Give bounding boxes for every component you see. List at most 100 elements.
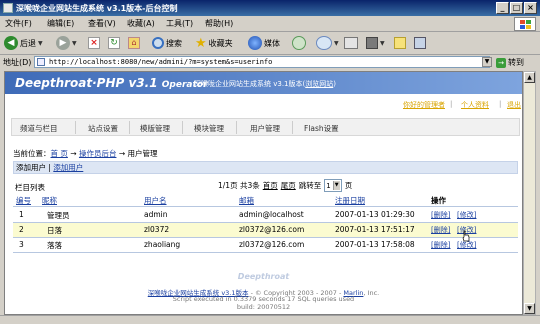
window-title: 深喉咙企业网站生成系统 v3.1版本-后台控制 <box>16 4 178 13</box>
go-button[interactable]: → 转到 <box>496 56 536 69</box>
breadcrumb-home[interactable]: 首 页 <box>51 149 68 158</box>
delete-button[interactable]: [删除] <box>431 240 450 250</box>
col-nickname[interactable]: 昵称 <box>42 195 57 206</box>
profile-link[interactable]: 个人资料 <box>461 100 489 110</box>
go-arrow-icon: → <box>496 57 506 68</box>
back-button[interactable]: ◀ 后退 ▼ <box>4 35 43 51</box>
media-button[interactable]: 媒体 <box>248 35 280 51</box>
forward-dropdown-icon[interactable]: ▼ <box>72 40 77 47</box>
address-bar: 地址(D) http://localhost:8080/new/admini/?… <box>0 55 540 70</box>
messenger-button[interactable] <box>414 35 426 51</box>
breadcrumb-backend[interactable]: 操作员后台 <box>79 149 117 158</box>
table-divider <box>13 206 518 207</box>
edit-dropdown-icon[interactable]: ▼ <box>380 40 385 47</box>
scroll-up-icon[interactable]: ▲ <box>524 72 535 83</box>
table-row: 2 日落 zl0372 zl0372@126.com 2007-01-13 17… <box>13 223 518 237</box>
tab-templates[interactable]: 模版管理 <box>140 123 170 134</box>
hand-cursor-icon <box>462 230 470 242</box>
menu-file[interactable]: 文件(F) <box>5 18 32 29</box>
menu-view[interactable]: 查看(V) <box>88 18 116 29</box>
address-dropdown-icon[interactable]: ▼ <box>482 57 492 67</box>
go-label: 转到 <box>508 58 524 67</box>
menu-favorites[interactable]: 收藏(A) <box>127 18 155 29</box>
col-username[interactable]: 用户名 <box>144 195 167 206</box>
delete-button[interactable]: [删除] <box>431 225 450 235</box>
back-label: 后退 <box>20 38 36 48</box>
col-regdate[interactable]: 注册日期 <box>335 195 365 206</box>
home-icon: ⌂ <box>128 37 140 49</box>
tab-divider <box>236 121 237 134</box>
edit-button[interactable]: ▼ <box>366 35 385 51</box>
separator-2: | <box>499 100 502 108</box>
page-viewport: Deepthroat·PHP v3.1 Operator 深喉咙企业网站生成系统… <box>4 71 523 315</box>
tab-users[interactable]: 用户管理 <box>250 123 280 134</box>
history-button[interactable] <box>292 35 306 51</box>
header-text: 深喉咙企业网站生成系统 v3.1版本 <box>194 80 303 88</box>
col-id[interactable]: 编号 <box>16 195 31 206</box>
print-button[interactable] <box>344 35 358 51</box>
tab-divider <box>129 121 130 134</box>
print-icon <box>344 37 358 49</box>
tab-flash[interactable]: Flash设置 <box>304 123 339 134</box>
back-arrow-icon: ◀ <box>4 36 18 50</box>
tab-site[interactable]: 站点设置 <box>88 123 118 134</box>
cell-email: zl0372@126.com <box>239 240 305 249</box>
search-label: 搜索 <box>166 38 182 48</box>
tab-divider <box>292 121 293 134</box>
close-button[interactable]: × <box>524 2 537 14</box>
add-user-link[interactable]: 添加用户 <box>53 163 83 172</box>
history-icon <box>292 36 306 50</box>
page-select[interactable]: 1 ▼ <box>324 179 342 192</box>
maximize-button[interactable]: □ <box>510 2 523 14</box>
address-label: 地址(D) <box>3 58 32 67</box>
site-header: Deepthroat·PHP v3.1 Operator 深喉咙企业网站生成系统… <box>5 72 522 94</box>
cell-regdate: 2007-01-13 01:29:30 <box>335 210 415 219</box>
forward-button[interactable]: ▶ ▼ <box>56 35 77 51</box>
mail-button[interactable]: ▼ <box>316 35 339 51</box>
action-bar: 添加用户 | 添加用户 <box>13 161 518 174</box>
tab-channels[interactable]: 频道与栏目 <box>20 123 58 134</box>
footer-stats: Script executed in 0.3379 seconds 17 SQL… <box>172 295 355 303</box>
tab-modules[interactable]: 模块管理 <box>194 123 224 134</box>
breadcrumb-separator: → <box>116 149 128 158</box>
pagination: 1/1页 共3条 首页 尾页 跳转至 1 ▼ 页 <box>218 179 352 192</box>
edit-icon <box>366 37 378 49</box>
cell-nickname: 日落 <box>47 226 62 235</box>
menu-bar: 文件(F) 编辑(E) 查看(V) 收藏(A) 工具(T) 帮助(H) <box>0 16 540 32</box>
pager-summary: 1/1页 共3条 <box>218 181 260 190</box>
page-icon <box>37 58 45 66</box>
tab-divider <box>182 121 183 134</box>
menu-tools[interactable]: 工具(T) <box>166 18 193 29</box>
view-site-link[interactable]: 浏览网站 <box>305 80 333 88</box>
pager-first-link[interactable]: 首页 <box>263 180 278 191</box>
vertical-scrollbar[interactable]: ▲ ▼ <box>523 71 536 315</box>
delete-button[interactable]: [删除] <box>431 210 450 220</box>
mail-icon <box>316 36 332 50</box>
address-input[interactable]: http://localhost:8080/new/admini/?m=syst… <box>34 56 490 68</box>
toolbar: ◀ 后退 ▼ ▶ ▼ × ↻ ⌂ 搜索 ★ 收藏夹 媒体 ▼ ▼ <box>0 32 540 55</box>
discuss-button[interactable] <box>394 35 406 51</box>
breadcrumb-prefix: 当前位置： <box>13 149 51 158</box>
app-icon <box>3 3 13 13</box>
favorites-button[interactable]: ★ 收藏夹 <box>195 35 233 51</box>
pager-last-link[interactable]: 尾页 <box>281 180 296 191</box>
menu-help[interactable]: 帮助(H) <box>205 18 233 29</box>
footer-brand: Deepthroat <box>237 272 290 281</box>
cell-nickname: 落落 <box>47 241 62 250</box>
minimize-button[interactable]: _ <box>496 2 509 14</box>
refresh-button[interactable]: ↻ <box>108 35 120 51</box>
address-url: http://localhost:8080/new/admini/?m=syst… <box>49 58 273 66</box>
edit-row-button[interactable]: [修改] <box>457 210 476 220</box>
back-dropdown-icon[interactable]: ▼ <box>38 40 43 47</box>
stop-button[interactable]: × <box>88 35 100 51</box>
mail-dropdown-icon[interactable]: ▼ <box>334 40 339 47</box>
page-select-dropdown-icon: ▼ <box>332 181 340 190</box>
scroll-down-icon[interactable]: ▼ <box>524 303 535 314</box>
logout-link[interactable]: 退出 <box>507 100 521 110</box>
admin-link[interactable]: 你好的管理者 <box>403 100 445 110</box>
home-button[interactable]: ⌂ <box>128 35 140 51</box>
browser-window: 深喉咙企业网站生成系统 v3.1版本-后台控制 _ □ × 文件(F) 编辑(E… <box>0 0 540 324</box>
menu-edit[interactable]: 编辑(E) <box>47 18 74 29</box>
col-email[interactable]: 邮箱 <box>239 195 254 206</box>
search-button[interactable]: 搜索 <box>152 35 182 51</box>
